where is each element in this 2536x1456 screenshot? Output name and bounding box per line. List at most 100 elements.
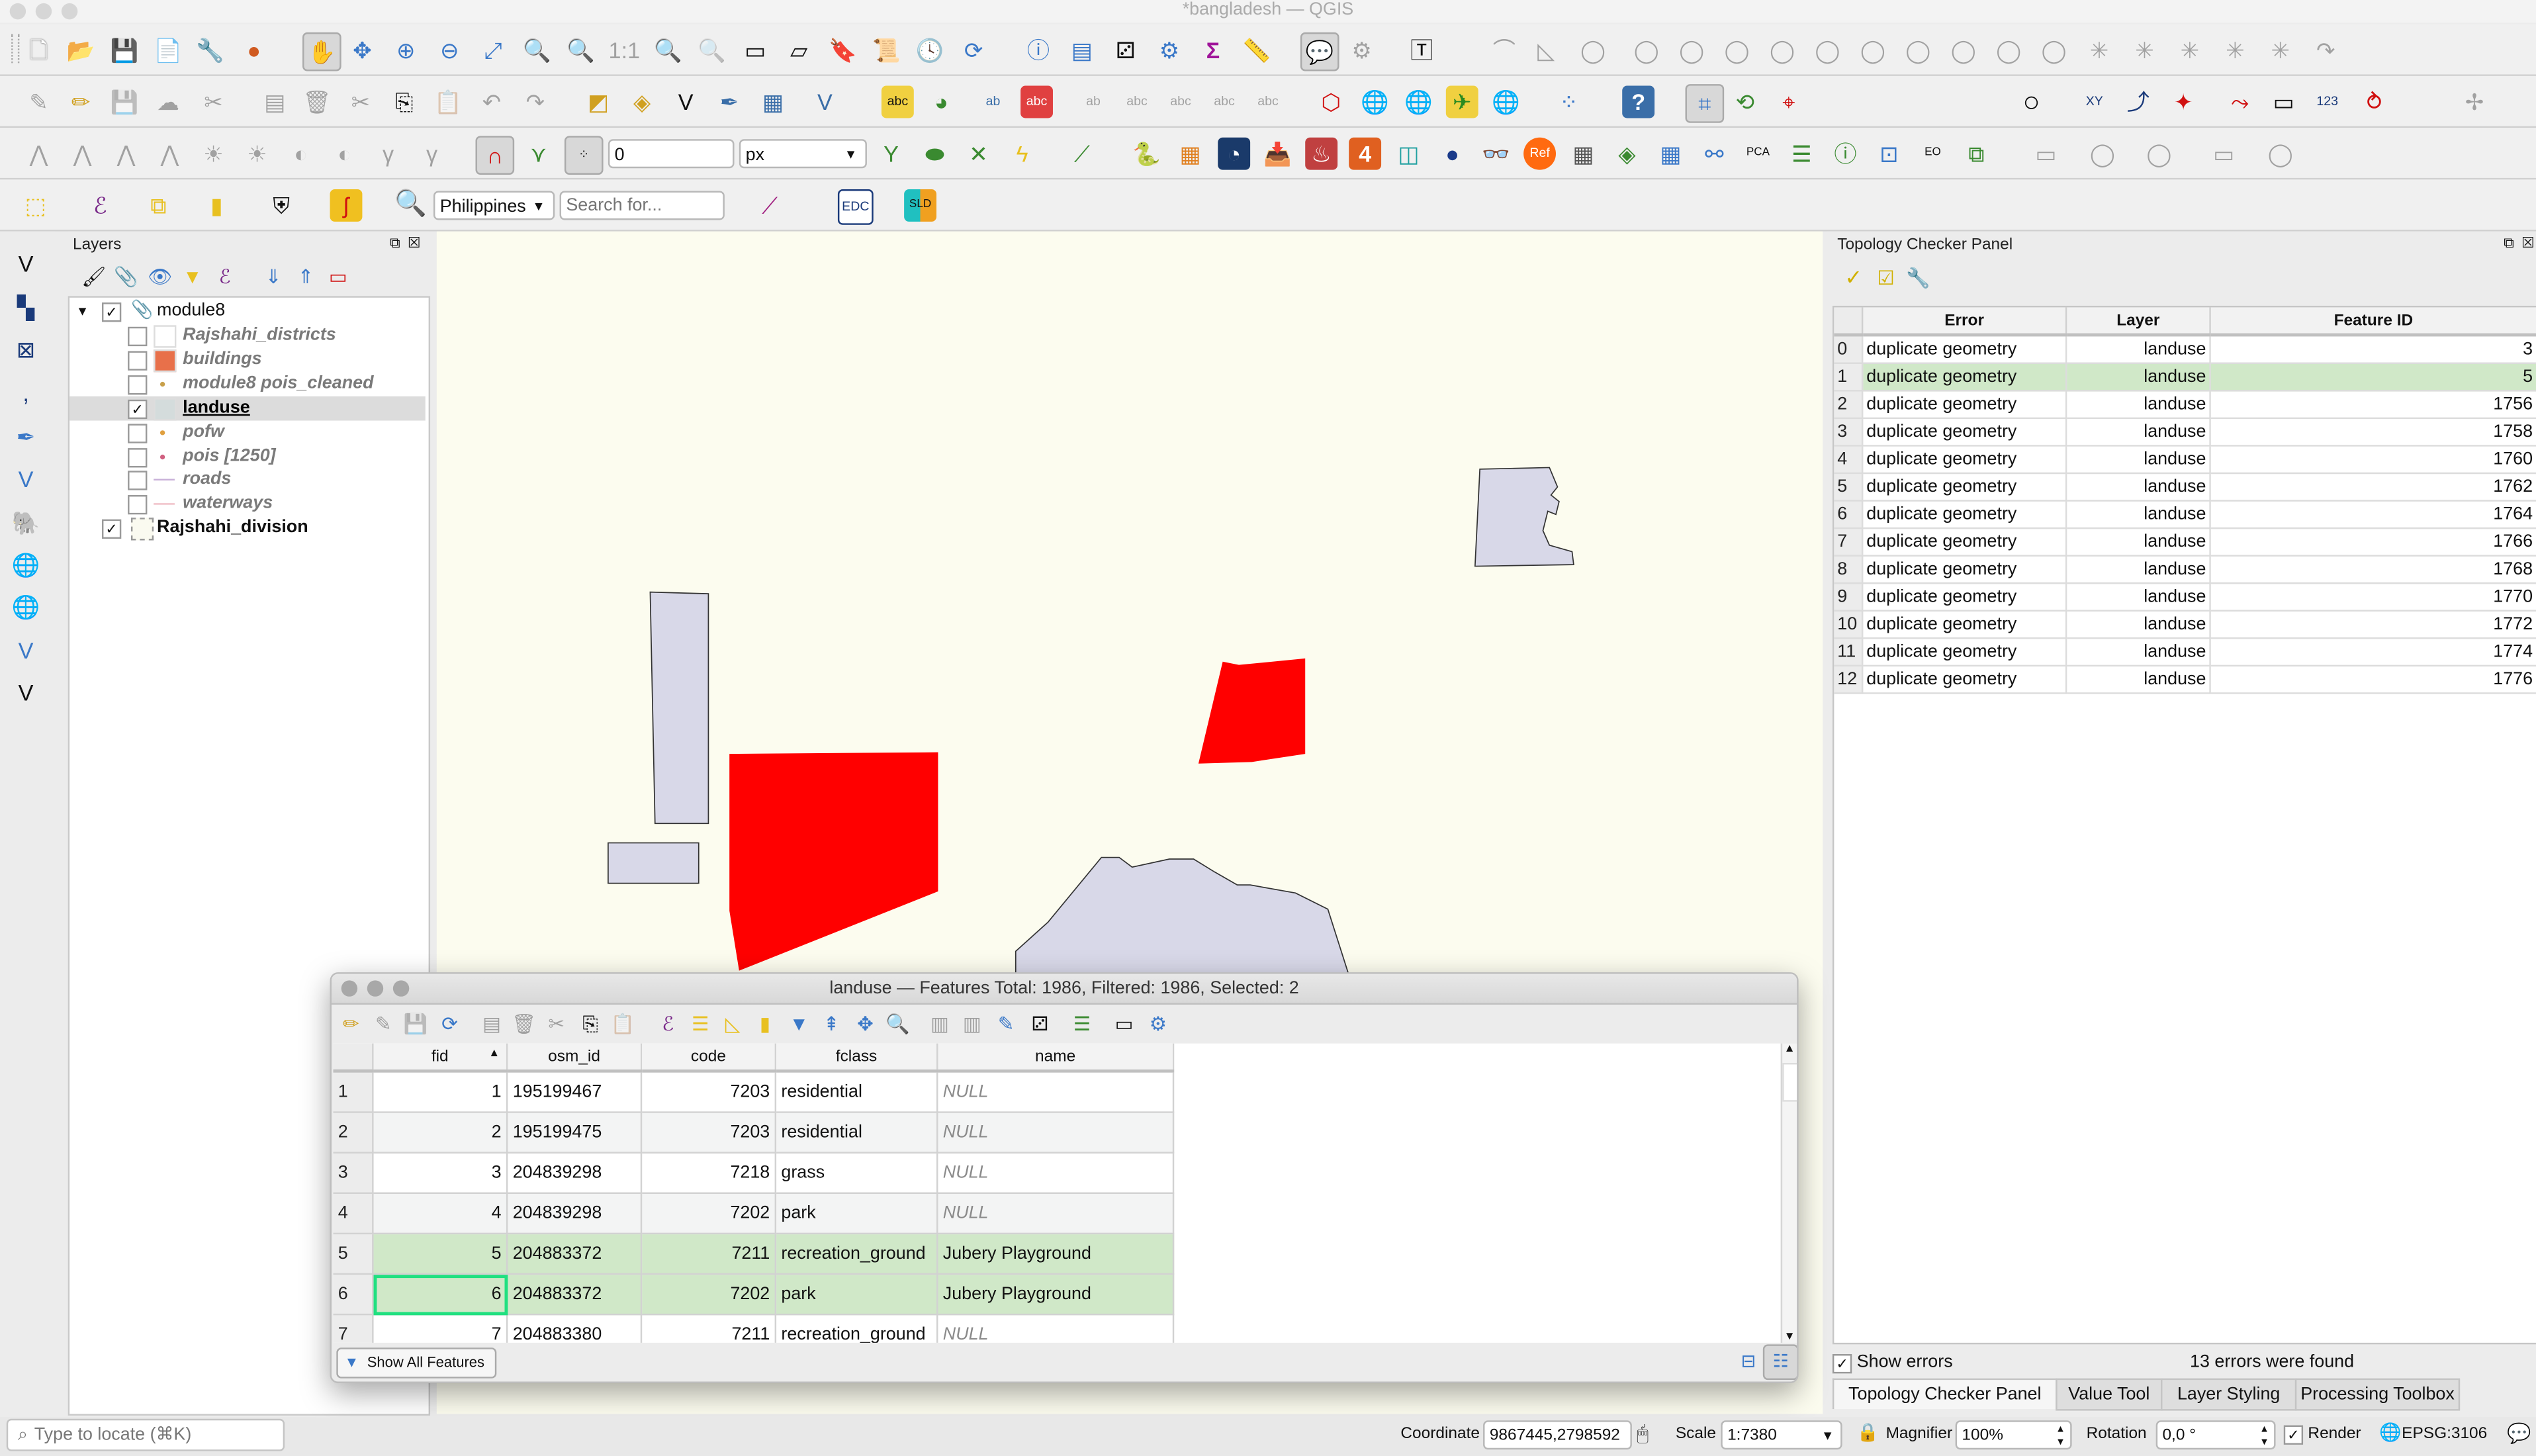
- plugin-4-icon[interactable]: 4: [1349, 137, 1382, 170]
- error-cell[interactable]: duplicate geometry: [1862, 610, 2067, 639]
- error-cell[interactable]: duplicate geometry: [1862, 334, 2067, 364]
- plugin-pca-icon[interactable]: PCA: [1742, 138, 1774, 170]
- refresh-icon[interactable]: ⟳: [958, 34, 990, 66]
- new-map-view-icon[interactable]: ▭: [739, 34, 772, 66]
- feature-row[interactable]: 4 4 204839298 7202 park NULL: [333, 1193, 1175, 1235]
- error-row[interactable]: 4 duplicate geometry landuse 1760: [1834, 445, 2536, 475]
- snapping-mode-icon[interactable]: ⁘: [564, 136, 604, 175]
- fclass-cell[interactable]: recreation_ground: [775, 1314, 938, 1343]
- name-cell[interactable]: NULL: [937, 1071, 1175, 1113]
- python-console-icon[interactable]: 🐍: [1130, 138, 1163, 170]
- measure-line-icon[interactable]: 📏: [1240, 34, 1273, 66]
- plugin-shape-3-icon[interactable]: ◯: [2143, 138, 2175, 170]
- layer-cell[interactable]: landuse: [2066, 638, 2211, 667]
- feature-id-cell[interactable]: 1758: [2210, 418, 2536, 447]
- shape-tool-7-icon[interactable]: ◯: [1857, 34, 1889, 66]
- vertical-scrollbar[interactable]: ▲ ▼: [1780, 1043, 1797, 1343]
- layer-checkbox[interactable]: [128, 495, 148, 516]
- layer-checkbox[interactable]: [128, 423, 148, 443]
- expand-all-icon[interactable]: ⇓: [257, 261, 290, 293]
- error-row[interactable]: 5 duplicate geometry landuse 1762: [1834, 473, 2536, 502]
- plugin-red-icon[interactable]: ♨: [1305, 137, 1338, 170]
- add-wfs-icon[interactable]: V: [10, 634, 42, 666]
- text-annotation-icon[interactable]: 🅃: [1406, 34, 1438, 66]
- column-header-code[interactable]: code: [641, 1043, 777, 1073]
- form-view-icon[interactable]: ⊟: [1732, 1346, 1764, 1379]
- pan-map-icon[interactable]: ✋: [302, 32, 341, 71]
- avoid-overlap-icon[interactable]: ⬬: [919, 138, 951, 170]
- shape-tool-16-icon[interactable]: ✳: [2264, 34, 2296, 66]
- paste-icon[interactable]: 📋: [606, 1008, 639, 1040]
- row-number[interactable]: 1: [333, 1071, 374, 1113]
- validate-extent-icon[interactable]: ☑: [1870, 262, 1902, 295]
- curve-tool-icon[interactable]: ⤴: [2122, 86, 2154, 118]
- row-number[interactable]: 7: [1834, 528, 1864, 557]
- layer-item[interactable]: roads: [69, 468, 426, 492]
- float-panel-icon[interactable]: ⧉: [2504, 234, 2514, 252]
- error-cell[interactable]: duplicate geometry: [1862, 363, 2067, 392]
- crest-plugin-icon[interactable]: ⛨: [265, 189, 298, 222]
- layer-checkbox[interactable]: [128, 375, 148, 394]
- row-number[interactable]: 4: [333, 1193, 374, 1235]
- gps-icon[interactable]: ✈: [1445, 85, 1478, 118]
- crosshair-icon[interactable]: ⌖: [1772, 86, 1805, 118]
- histogram-stretch-icon[interactable]: ⋀: [66, 138, 99, 170]
- layer-cell[interactable]: landuse: [2066, 363, 2211, 392]
- layer-checkbox[interactable]: [128, 326, 148, 347]
- crs-button[interactable]: EPSG:3106: [2402, 1426, 2487, 1443]
- place-search-input[interactable]: [559, 191, 725, 220]
- new-print-layout-icon[interactable]: 📄: [152, 34, 185, 66]
- row-number[interactable]: 6: [1834, 500, 1864, 529]
- layer-item[interactable]: ✓ landuse: [69, 396, 426, 420]
- locator-search-icon[interactable]: 🔍: [394, 189, 427, 222]
- code-cell[interactable]: 7211: [641, 1314, 777, 1343]
- crs-globe-icon[interactable]: 🌐: [2379, 1422, 2401, 1443]
- pin-labels-icon[interactable]: ab: [977, 86, 1009, 118]
- increase-gamma-icon[interactable]: γ: [372, 138, 404, 170]
- minimize-window-button[interactable]: [367, 980, 384, 997]
- pan-to-selected-icon[interactable]: ✥: [849, 1008, 882, 1040]
- field-calculator-icon[interactable]: ⚂: [1024, 1008, 1056, 1040]
- plugin-grid-icon[interactable]: ▦: [1567, 138, 1600, 170]
- statistical-summary-icon[interactable]: Σ: [1197, 34, 1229, 66]
- topological-editing-icon[interactable]: Y: [875, 138, 907, 170]
- invert-selection-icon[interactable]: ◺: [717, 1008, 749, 1040]
- landuse-feature-selected-large[interactable]: [729, 752, 938, 971]
- paste-features-icon[interactable]: 📋: [432, 86, 465, 118]
- topology-checker-icon[interactable]: ⬡: [1315, 86, 1347, 118]
- fid-cell[interactable]: 6: [373, 1273, 508, 1316]
- fid-cell[interactable]: 4: [373, 1193, 508, 1235]
- spin-arrows-icon[interactable]: ▲ ▼: [2056, 1424, 2065, 1449]
- name-cell[interactable]: NULL: [937, 1112, 1175, 1154]
- save-edits-icon[interactable]: 💾: [109, 86, 141, 118]
- plugin-ref-icon[interactable]: Ref: [1523, 137, 1557, 170]
- xy-tool-icon[interactable]: XY: [2078, 86, 2110, 118]
- style-layer-icon[interactable]: 🖌: [77, 261, 110, 293]
- landuse-feature-notched[interactable]: [1474, 467, 1574, 567]
- plugin-shape-1-icon[interactable]: ▭: [2030, 138, 2062, 170]
- feature-id-cell[interactable]: 1764: [2210, 500, 2536, 529]
- histogram-local-icon[interactable]: ⋀: [110, 138, 142, 170]
- decrease-gamma-icon[interactable]: γ: [416, 138, 448, 170]
- filter-by-expression-icon[interactable]: ℰ: [208, 261, 241, 293]
- maximize-window-button[interactable]: [392, 980, 410, 997]
- add-wms-layer-icon[interactable]: 🌐: [1359, 86, 1391, 118]
- geocoder-icon[interactable]: 🌐: [1490, 86, 1522, 118]
- row-number[interactable]: 9: [1834, 583, 1864, 612]
- error-cell[interactable]: duplicate geometry: [1862, 500, 2067, 529]
- copy-features-icon[interactable]: ⎘: [388, 86, 421, 118]
- row-number[interactable]: 5: [1834, 473, 1864, 502]
- close-panel-icon[interactable]: ☒: [2521, 234, 2535, 252]
- organize-columns-icon[interactable]: ✎: [990, 1008, 1022, 1040]
- circle-tool-icon[interactable]: ○: [2015, 86, 2048, 118]
- scroll-down-icon[interactable]: ▼: [1784, 1332, 1795, 1343]
- multi-edit-icon[interactable]: ✎: [367, 1008, 400, 1040]
- label-properties-icon[interactable]: abc: [1252, 86, 1285, 118]
- points-tool-icon[interactable]: ⁘: [1553, 86, 1585, 118]
- edc-icon[interactable]: EDC: [837, 189, 874, 225]
- tracing-icon[interactable]: ⟋: [1066, 138, 1099, 170]
- row-number[interactable]: 0: [1834, 334, 1864, 364]
- new-spatialite-layer-icon[interactable]: ◈: [626, 86, 658, 118]
- filter-legend-icon[interactable]: ▼: [176, 261, 208, 293]
- layer-cell[interactable]: landuse: [2066, 555, 2211, 584]
